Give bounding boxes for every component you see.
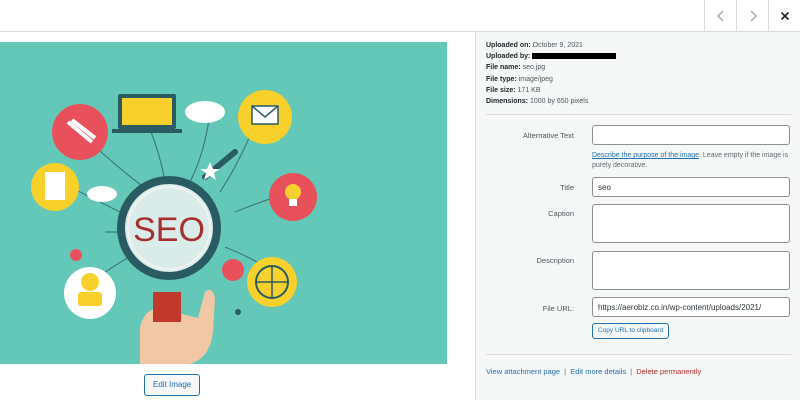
file-name-row: File name: seo.jpg — [486, 64, 546, 72]
alt-text-help: Describe the purpose of the image. Leave… — [592, 152, 789, 169]
attachment-actions: View attachment page | Edit more details… — [486, 367, 701, 376]
view-attachment-link[interactable]: View attachment page — [486, 367, 560, 376]
redacted-uploader — [532, 53, 617, 60]
chevron-left-icon — [716, 10, 724, 22]
chevron-right-icon — [749, 10, 757, 22]
uploaded-by-row: Uploaded by: — [486, 51, 617, 62]
describe-purpose-link[interactable]: Describe the purpose of the image — [592, 152, 699, 159]
title-label: Title — [560, 183, 574, 192]
alt-text-input[interactable] — [592, 125, 790, 145]
caption-textarea[interactable] — [592, 204, 790, 243]
description-textarea[interactable] — [592, 251, 790, 290]
media-preview-pane: SEO Edit Image — [0, 32, 475, 400]
file-type-row: File type: image/jpeg — [486, 75, 553, 83]
divider — [486, 354, 791, 355]
uploaded-on-row: Uploaded on: October 9, 2021 — [486, 42, 583, 49]
seo-illustration: SEO — [31, 90, 317, 364]
alt-text-label: Alternative Text — [522, 131, 574, 140]
attachment-image: SEO — [0, 42, 447, 364]
link-separator: | — [630, 367, 633, 376]
divider — [486, 114, 791, 115]
attachment-details-pane: Uploaded on: October 9, 2021 Uploaded by… — [475, 32, 800, 400]
previous-button[interactable] — [704, 0, 736, 32]
file-meta: Uploaded on: October 9, 2021 Uploaded by… — [486, 40, 617, 107]
file-size-row: File size: 171 KB — [486, 86, 541, 94]
modal-header — [0, 0, 800, 32]
link-separator: | — [564, 367, 567, 376]
edit-image-button[interactable]: Edit Image — [144, 374, 201, 396]
description-label: Description — [536, 256, 574, 265]
file-url-input[interactable]: https://aerobiz.co.in/wp-content/uploads… — [592, 297, 790, 317]
title-input[interactable]: seo — [592, 177, 790, 197]
delete-permanently-link[interactable]: Delete permanently — [636, 367, 701, 376]
dimensions-row: Dimensions: 1000 by 650 pixels — [486, 98, 589, 106]
edit-details-link[interactable]: Edit more details — [570, 367, 626, 376]
close-icon — [780, 11, 789, 21]
close-button[interactable] — [768, 0, 800, 32]
caption-label: Caption — [548, 209, 574, 218]
file-url-label: File URL: — [542, 304, 574, 313]
seo-text: SEO — [133, 211, 205, 249]
next-button[interactable] — [736, 0, 768, 32]
copy-url-button[interactable]: Copy URL to clipboard — [592, 323, 670, 339]
